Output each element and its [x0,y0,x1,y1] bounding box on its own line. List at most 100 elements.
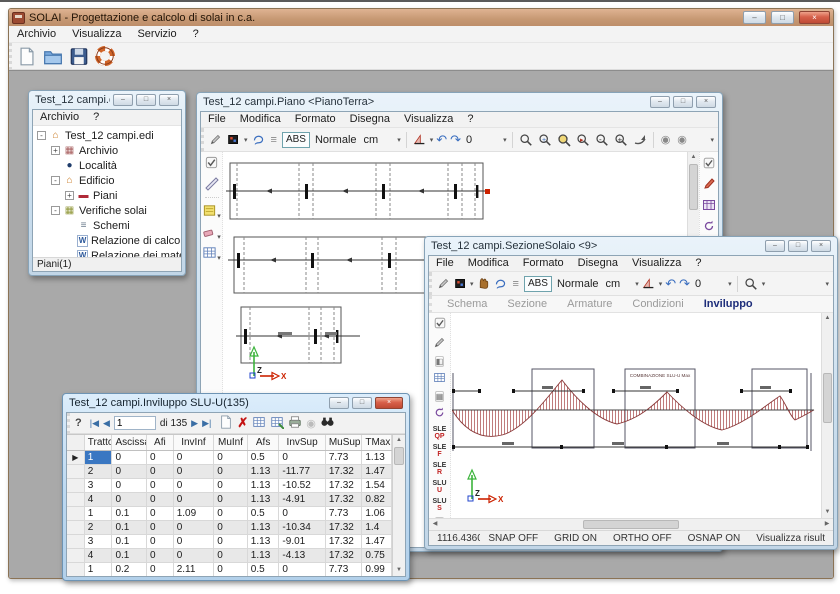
combo-button-sle-r[interactable]: SLER [431,461,449,477]
unit-dropdown-icon[interactable]: ▾ [635,280,639,288]
zoom-in-icon[interactable]: + [613,130,629,150]
sezione-canvas[interactable]: ◧ ▦ SLEQPSLEFSLERSLUUSLUS ≣ ▨ ▥ [429,313,833,518]
open-folder-icon[interactable] [42,46,64,66]
tree-node-test-12-campi-edi[interactable]: -⌂Test_12 campi.edi [33,128,181,143]
grid-cell[interactable]: 17.32 [326,479,363,492]
grid-cell[interactable]: 0.75 [362,549,392,562]
piano-menu-modifica[interactable]: Modifica [233,112,288,127]
grid-cell[interactable]: 17.32 [326,493,363,506]
grid-cell[interactable]: 0.1 [112,535,147,548]
angle-dropdown-icon[interactable]: ▾ [430,136,434,144]
grid-cell[interactable]: 0.2 [112,563,147,576]
maximize-button[interactable]: □ [771,11,794,24]
tree-node-relazione-di-calcolo[interactable]: WRelazione di calcolo [33,233,181,248]
column-header-afs[interactable]: Afs [248,435,280,450]
row-header[interactable] [67,535,85,548]
column-header-muinf[interactable]: MuInf [214,435,248,450]
edit-grid-icon[interactable] [252,415,266,432]
tab-condizioni[interactable]: Condizioni [623,298,692,310]
grid-cell[interactable]: 1.54 [362,479,392,492]
view-mode2-icon[interactable]: ◉ [675,133,689,146]
grid-cell[interactable]: 7.73 [326,563,363,576]
undo-icon[interactable]: ↶ [665,278,676,290]
piano-close-button[interactable]: × [696,96,716,108]
color-tool-icon[interactable] [226,130,241,150]
verify-stamp-icon[interactable] [204,155,219,173]
grid-cell[interactable]: 0 [174,465,214,478]
rotate-icon[interactable] [702,219,716,236]
piano-titlebar[interactable]: Test_12 campi.Piano <PianoTerra> – □ × [200,93,719,111]
sezione-menu-[interactable]: ? [688,256,708,271]
tree-node-localit[interactable]: ●Località [33,158,181,173]
tree-menu-[interactable]: ? [86,110,106,125]
lasso-select-icon[interactable] [494,274,508,294]
table-minimize-button[interactable]: – [329,397,349,409]
status-toggle-ortho-off[interactable]: ORTHO OFF [605,533,680,544]
find-binoculars-icon[interactable] [320,415,335,432]
grid-cell[interactable]: 0.5 [248,563,280,576]
grid-cell[interactable]: 1.47 [362,535,392,548]
grid-cell[interactable]: 0 [214,479,248,492]
selected-cell[interactable]: 1 [85,451,113,464]
combo-button-slu-s[interactable]: SLUS [431,497,449,513]
unit-select[interactable]: cm [362,134,381,146]
grid-cell[interactable]: 0 [214,535,248,548]
grid-cell[interactable]: 0 [174,549,214,562]
grid-cell[interactable]: 17.32 [326,465,363,478]
scroll-up-icon[interactable]: ▲ [393,435,405,446]
sezione-maximize-button[interactable]: □ [788,240,808,252]
next-record-icon[interactable]: ▶ [191,418,198,429]
grid-cell[interactable]: 0 [112,451,147,464]
grid-cell[interactable]: 3 [85,535,113,548]
grid-cell[interactable]: 0 [214,521,248,534]
main-menu-archivio[interactable]: Archivio [9,26,64,42]
new-record-icon[interactable] [219,415,233,432]
grid-cell[interactable]: 0 [147,535,174,548]
grid-cell[interactable]: 1.13 [248,479,280,492]
grid-cell[interactable]: 4 [85,493,113,506]
grid-cell[interactable]: 17.32 [326,535,363,548]
grid-cell[interactable]: 0.5 [248,451,280,464]
unit-dropdown-icon[interactable]: ▾ [397,136,401,144]
row-header[interactable] [67,507,85,520]
row-header[interactable] [67,563,85,576]
combo-button-sle-f[interactable]: SLEF [431,443,449,459]
grid-cell[interactable]: 2 [85,465,113,478]
row-header[interactable] [67,493,85,506]
grid-cell[interactable]: 1 [85,507,113,520]
piano-menu-visualizza[interactable]: Visualizza [397,112,460,127]
angle-tool-icon[interactable] [642,274,656,294]
grid-cell[interactable]: 1.13 [248,465,280,478]
grid-cell[interactable]: 0.1 [112,521,147,534]
delete-record-icon[interactable]: ✗ [237,417,248,429]
sezione-menu-file[interactable]: File [429,256,461,271]
grid-cell[interactable]: 2.11 [174,563,214,576]
grid-cell[interactable]: 0.5 [248,507,280,520]
grid-cell[interactable]: 0.1 [112,549,147,562]
pan-icon[interactable] [632,130,648,150]
scroll-left-icon[interactable]: ◀ [429,519,441,530]
grid-cell[interactable]: 1.13 [248,493,280,506]
tab-inviluppo[interactable]: Inviluppo [695,298,762,310]
color-tool-icon[interactable] [453,274,467,294]
column-header-afi[interactable]: Afi [147,435,174,450]
view-mode-icon[interactable]: ◉ [659,133,673,146]
redo-icon[interactable]: ↷ [679,278,690,290]
sezione-menu-visualizza[interactable]: Visualizza [625,256,688,271]
tree-expander-icon[interactable]: - [51,176,60,185]
tree-close-button[interactable]: × [159,94,179,106]
tree-menu-archivio[interactable]: Archivio [33,110,86,125]
column-header-tratto[interactable]: Tratto [85,435,113,450]
tab-sezione[interactable]: Sezione [498,298,556,310]
row-header[interactable] [67,479,85,492]
grid-cell[interactable]: 0 [279,563,325,576]
zoom-extents-icon[interactable] [743,274,759,294]
tree-node-schemi[interactable]: ≡Schemi [33,218,181,233]
rotate-left-icon[interactable] [433,406,446,422]
grid-cell[interactable]: 1.13 [362,451,392,464]
sezione-menu-formato[interactable]: Formato [516,256,571,271]
scroll-down-icon[interactable]: ▼ [393,565,405,576]
grid-cell[interactable]: 4 [85,549,113,562]
color-dropdown-icon[interactable]: ▾ [470,280,474,288]
grid-cell[interactable]: 0 [279,507,325,520]
